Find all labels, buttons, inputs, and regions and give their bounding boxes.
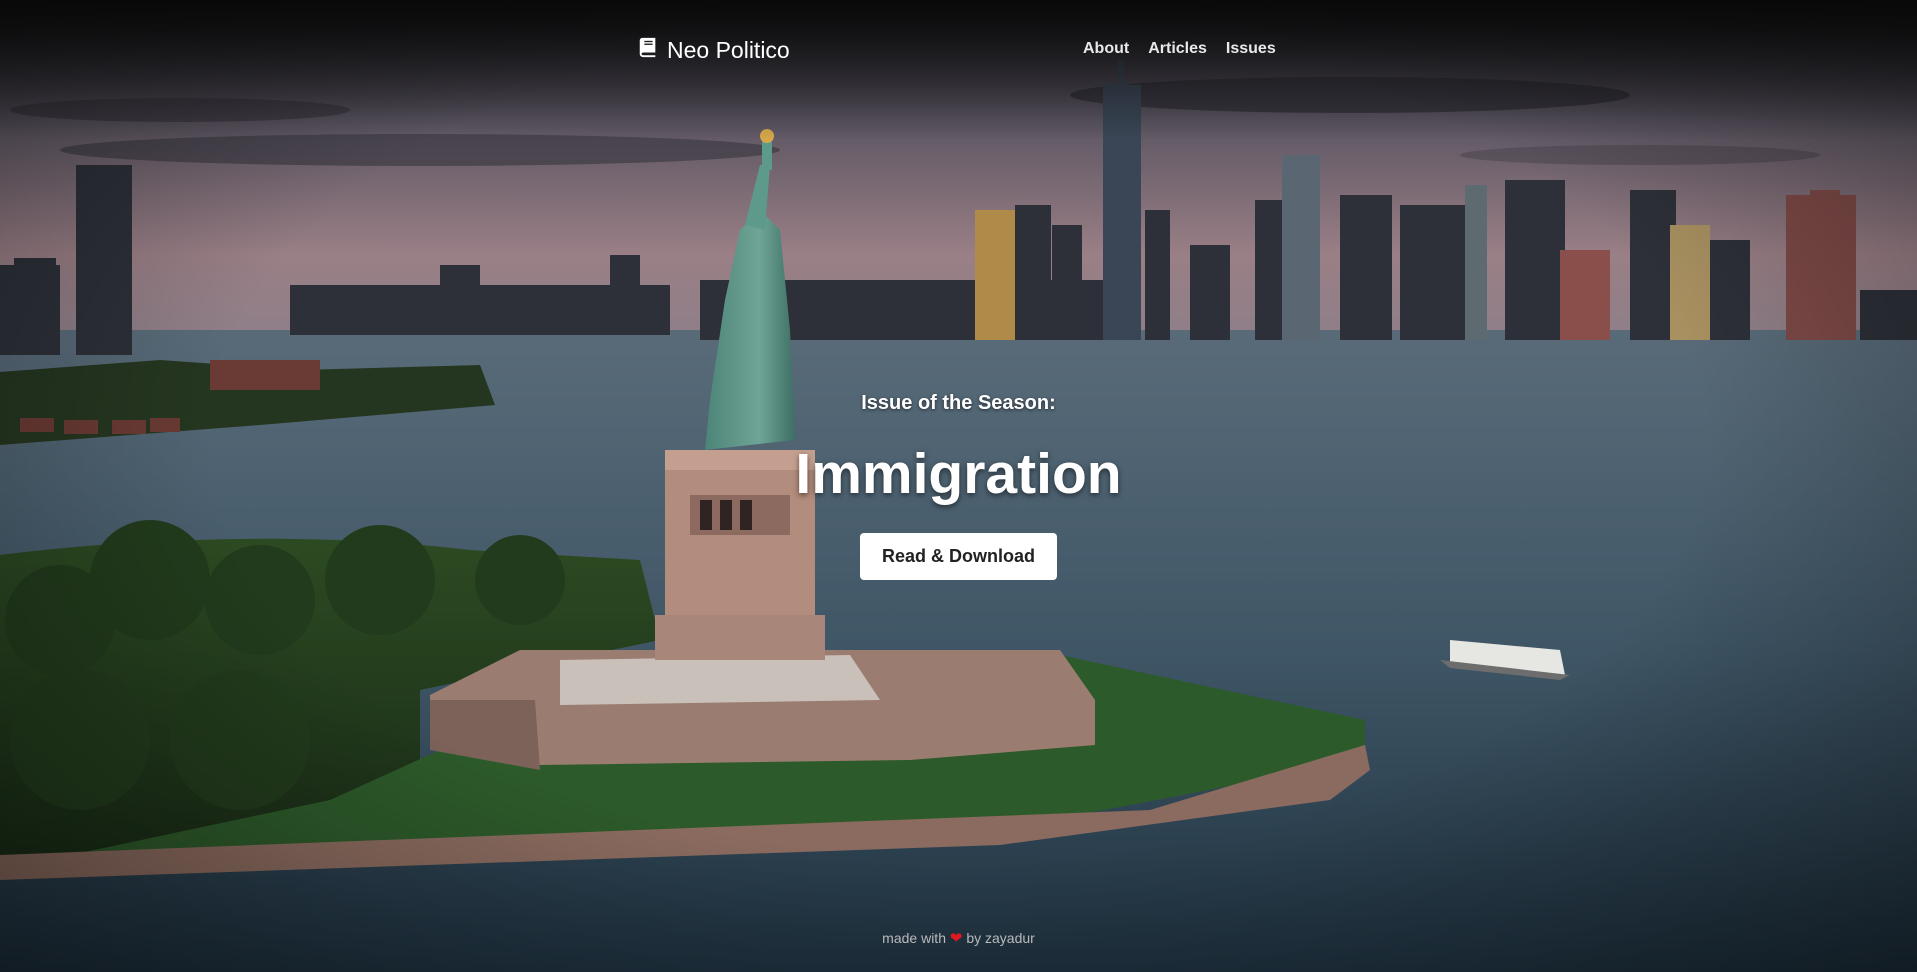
heart-icon: ❤ <box>949 930 963 947</box>
issue-kicker: Issue of the Season: <box>861 392 1056 414</box>
brand-name: Neo Politico <box>667 36 790 63</box>
nav-link-about[interactable]: About <box>1083 40 1129 58</box>
hero-section: Issue of the Season: Immigration Read & … <box>0 392 1917 580</box>
main-nav: About Articles Issues <box>1083 40 1276 58</box>
footer-suffix: by zayadur <box>966 930 1035 946</box>
hero-page: Neo Politico About Articles Issues Issue… <box>0 0 1917 972</box>
nav-link-issues[interactable]: Issues <box>1226 40 1276 58</box>
book-icon <box>637 36 659 64</box>
issue-title: Immigration <box>795 442 1122 506</box>
nav-link-articles[interactable]: Articles <box>1148 40 1207 58</box>
read-download-button[interactable]: Read & Download <box>859 533 1057 580</box>
footer-credit: made with ❤ by zayadur <box>0 929 1917 947</box>
brand-logo-link[interactable]: Neo Politico <box>637 36 790 64</box>
footer-prefix: made with <box>882 930 946 946</box>
